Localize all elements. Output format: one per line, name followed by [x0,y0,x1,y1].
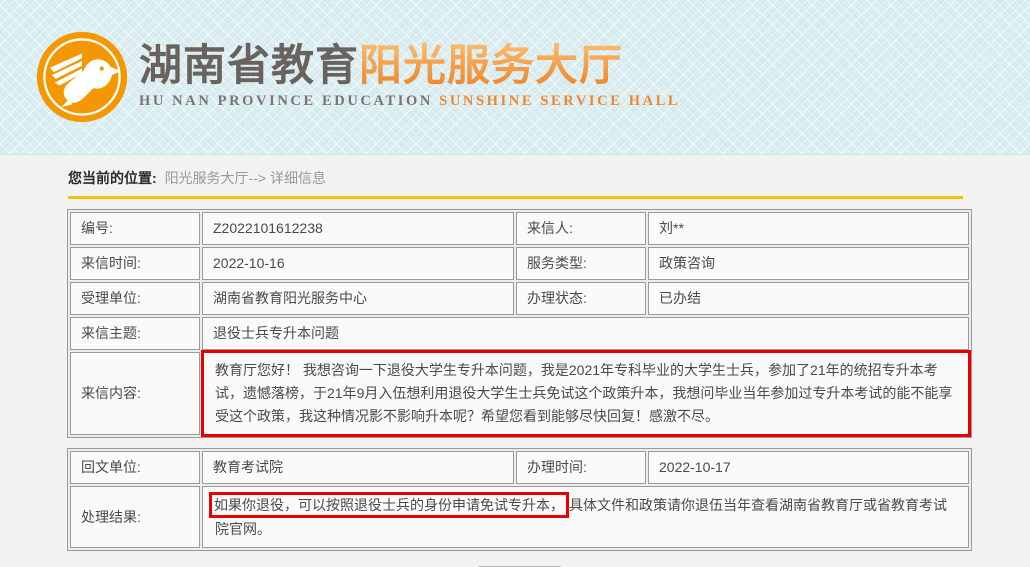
accept-unit-label: 受理单位: [70,282,200,315]
table-row: 处理结果: 如果你退役，可以按照退役士兵的身份申请免试专升本， 具体文件和政策请你… [70,486,969,548]
content-value-cell: 教育厅您好！ 我想咨询一下退役大学生专升本问题，我是2021年专科毕业的大学生士… [201,350,971,437]
status-value: 已办结 [648,282,969,315]
table-row: 来信主题: 退役士兵专升本问题 [70,317,969,350]
letter-content-text: 教育厅您好！ 我想咨询一下退役大学生专升本问题，我是2021年专科毕业的大学生士… [215,362,953,424]
table-row: 编号: Z2022101612238 来信人: 刘** [70,212,969,245]
dove-logo-icon [35,30,129,124]
breadcrumb: 您当前的位置: 阳光服务大厅--> 详细信息 [68,168,1030,188]
status-label: 办理状态: [516,282,646,315]
sender-value: 刘** [648,212,969,245]
reply-unit-label: 回文单位: [70,451,200,484]
site-title-en-prefix: HU NAN PROVINCE EDUCATION [139,92,433,109]
detail-content: 编号: Z2022101612238 来信人: 刘** 来信时间: 2022-1… [67,209,972,551]
service-type-label: 服务类型: [516,247,646,280]
sender-label: 来信人: [516,212,646,245]
site-header: 湖南省教育阳光服务大厅 HU NAN PROVINCE EDUCATION SU… [0,0,1030,155]
breadcrumb-label: 您当前的位置: [68,170,157,186]
letter-date-label: 来信时间: [70,247,200,280]
reply-info-table: 回文单位: 教育考试院 办理时间: 2022-10-17 处理结果: 如果你退役… [67,448,972,551]
table-row: 回文单位: 教育考试院 办理时间: 2022-10-17 [70,451,969,484]
letter-date-value: 2022-10-16 [202,247,514,280]
site-title-en-accent: SUNSHINE SERVICE HALL [439,92,681,109]
result-label: 处理结果: [70,486,200,548]
site-title-cn: 湖南省教育阳光服务大厅 [139,44,680,89]
letter-id-label: 编号: [70,212,200,245]
breadcrumb-path[interactable]: 阳光服务大厅--> 详细信息 [165,170,326,186]
table-row: 受理单位: 湖南省教育阳光服务中心 办理状态: 已办结 [70,282,969,315]
service-type-value: 政策咨询 [648,247,969,280]
site-title-cn-prefix: 湖南省教育 [139,42,359,91]
accept-unit-value: 湖南省教育阳光服务中心 [202,282,514,315]
reply-time-value: 2022-10-17 [648,451,969,484]
gold-divider [68,196,963,199]
table-row: 来信时间: 2022-10-16 服务类型: 政策咨询 [70,247,969,280]
content-label: 来信内容: [70,352,200,435]
result-value-cell: 如果你退役，可以按照退役士兵的身份申请免试专升本， 具体文件和政策请你退伍当年查看… [202,486,969,548]
result-highlight-box: 如果你退役，可以按照退役士兵的身份申请免试专升本， [209,492,569,518]
letter-id-value: Z2022101612238 [202,212,514,245]
reply-time-label: 办理时间: [516,451,646,484]
site-title-en: HU NAN PROVINCE EDUCATION SUNSHINE SERVI… [139,93,680,110]
site-title: 湖南省教育阳光服务大厅 HU NAN PROVINCE EDUCATION SU… [139,44,680,109]
subject-value: 退役士兵专升本问题 [202,317,969,350]
site-title-cn-accent: 阳光服务大厅 [359,42,623,91]
table-row: 来信内容: 教育厅您好！ 我想咨询一下退役大学生专升本问题，我是2021年专科毕… [70,350,971,437]
subject-label: 来信主题: [70,317,200,350]
reply-unit-value: 教育考试院 [202,451,514,484]
letter-info-table: 编号: Z2022101612238 来信人: 刘** 来信时间: 2022-1… [67,209,972,438]
